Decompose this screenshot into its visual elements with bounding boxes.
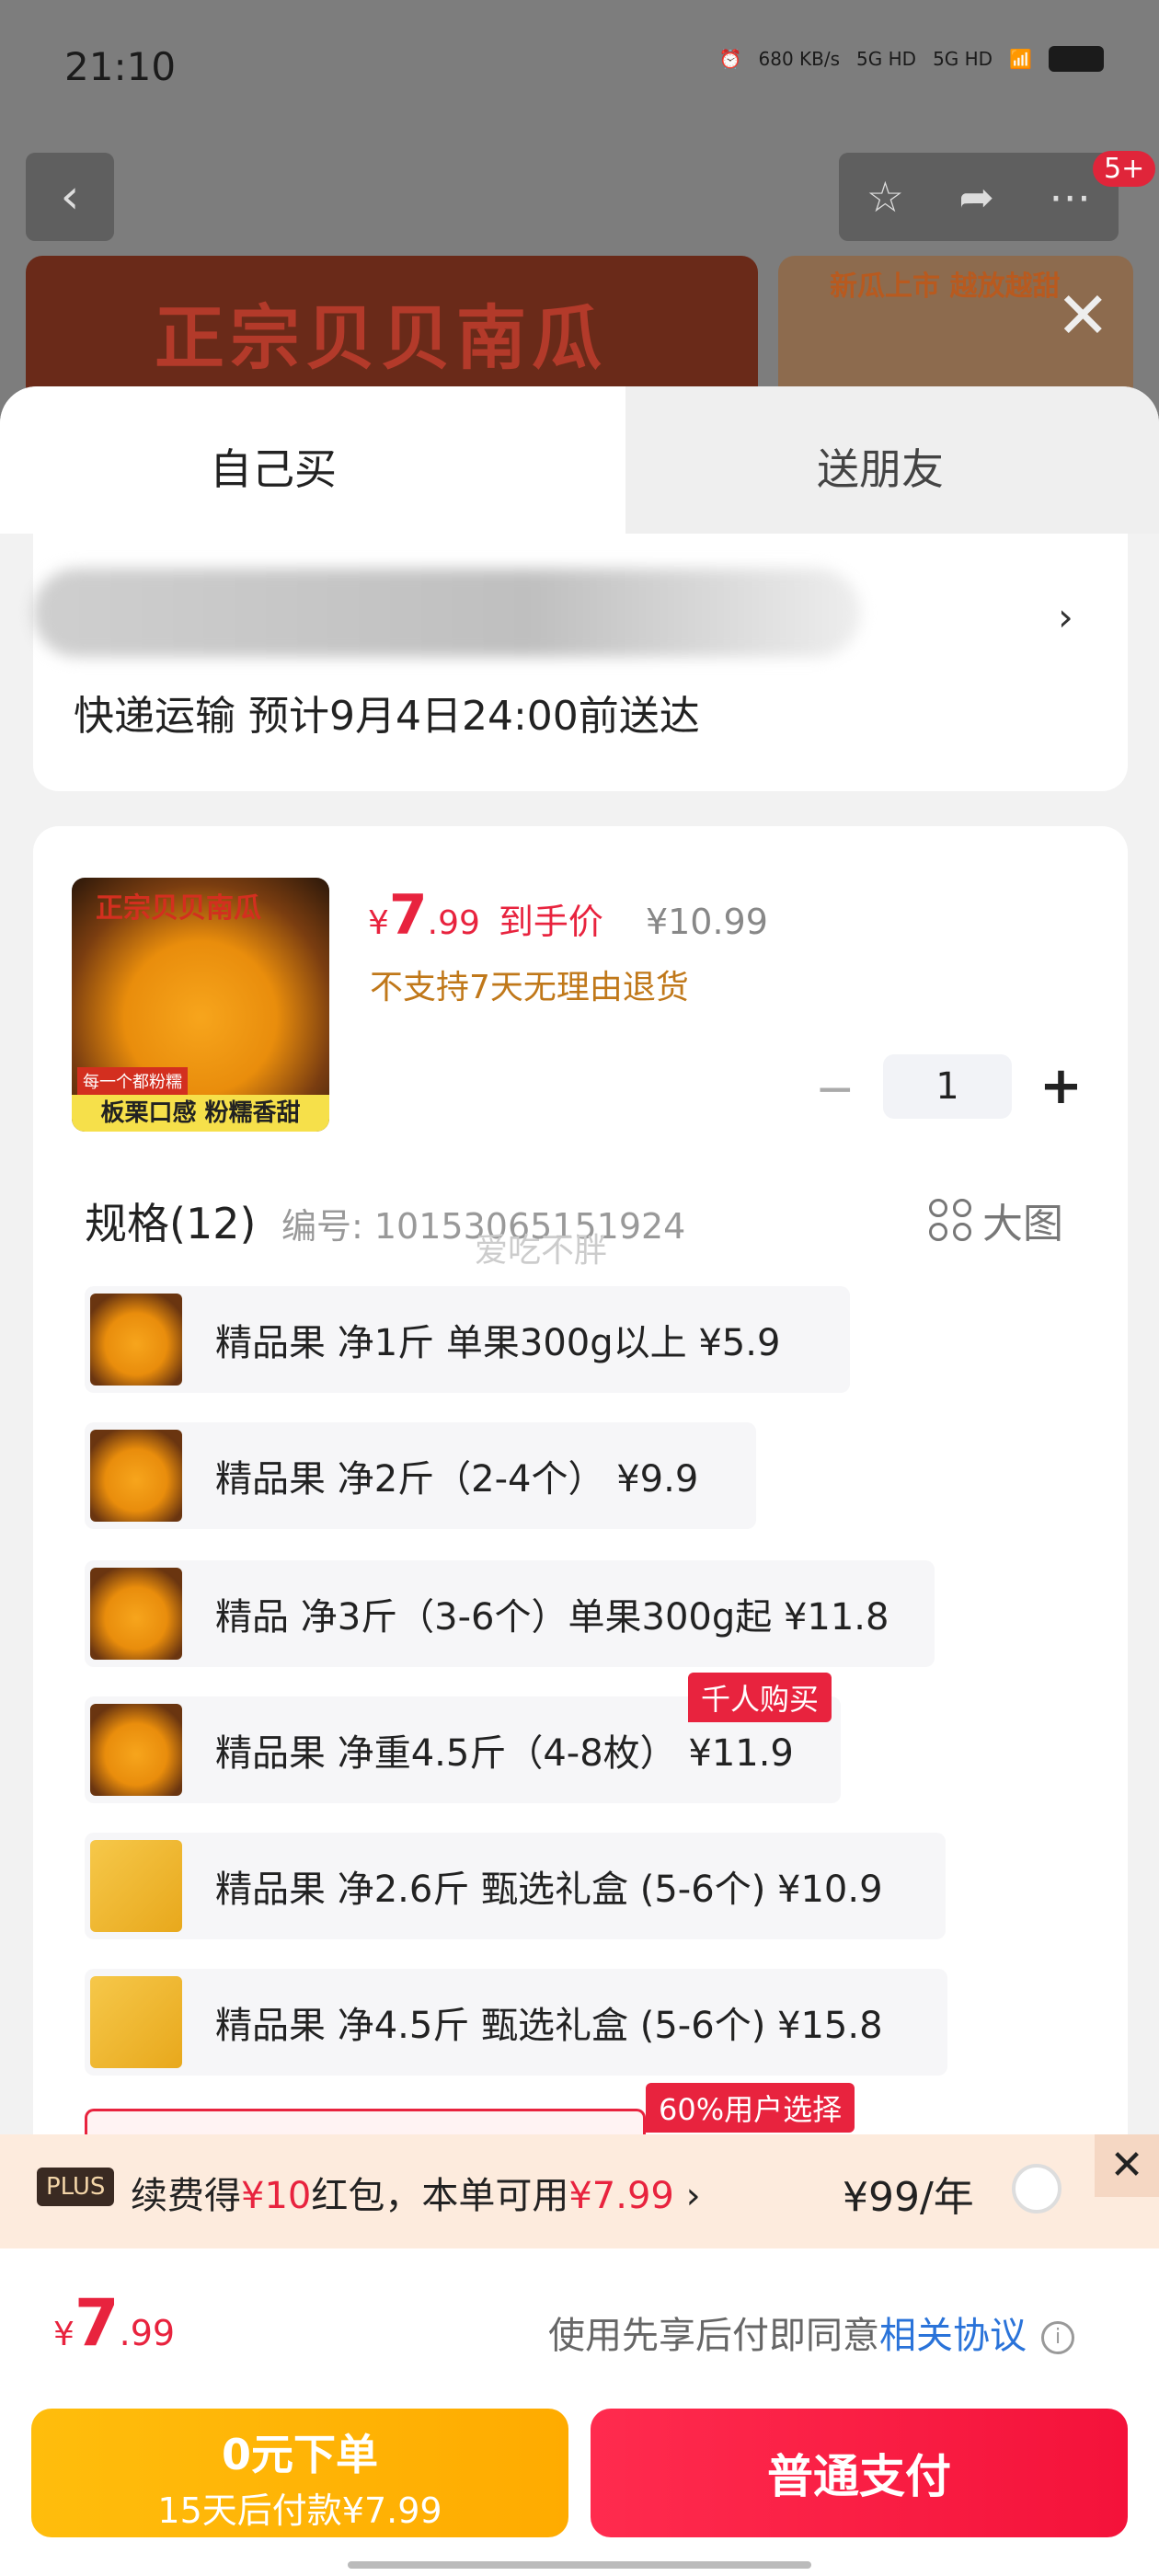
plus-radio[interactable] bbox=[1012, 2164, 1061, 2214]
spec-option-label: 精品果 净4.5斤 甄选礼盒 (5-6个) ¥15.8 bbox=[215, 2005, 883, 2047]
pay-now-button[interactable]: 普通支付 bbox=[591, 2409, 1128, 2537]
net-speed: 680 KB/s bbox=[758, 48, 841, 70]
spec-thumbnail bbox=[90, 1294, 182, 1386]
price-currency: ¥ bbox=[368, 904, 389, 942]
spec-option-label: 精品果 净2.6斤 甄选礼盒 (5-6个) ¥10.9 bbox=[215, 1869, 883, 1911]
total-price: ¥ 7 .99 bbox=[53, 2285, 175, 2361]
plus-text-c: 红包，本单可用 bbox=[311, 2175, 569, 2217]
delivery-estimate: 快递运输 预计9月4日24:00前送达 bbox=[74, 693, 700, 740]
spec-option-label: 精品 净3斤（3-6个）单果300g起 ¥11.8 bbox=[215, 1596, 889, 1639]
plus-badge: PLUS bbox=[37, 2168, 115, 2206]
spec-option[interactable]: 精品果 净2.6斤 甄选礼盒 (5-6个) ¥10.9 bbox=[85, 1833, 946, 1939]
agreement-label: 使用先享后付即同意 bbox=[548, 2315, 879, 2357]
choice-badge: 60%用户选择 bbox=[646, 2083, 855, 2133]
signal-2: 5G HD bbox=[933, 48, 993, 70]
product-image-tag: 每一个都粉糯 bbox=[77, 1067, 188, 1095]
share-icon[interactable]: ➦ bbox=[958, 172, 994, 222]
alarm-icon: ⏰ bbox=[718, 48, 742, 70]
tab-self-corner bbox=[515, 386, 625, 534]
total-decimal: .99 bbox=[119, 2313, 176, 2353]
home-indicator bbox=[348, 2561, 811, 2569]
signal-1: 5G HD bbox=[856, 48, 917, 70]
spec-thumbnail bbox=[90, 1568, 182, 1660]
spec-option[interactable]: 精品果 净2斤（2-4个） ¥9.9 bbox=[85, 1422, 756, 1529]
watermark: 爱吃不胖 bbox=[475, 1232, 608, 1270]
no-return-notice: 不支持7天无理由退货 bbox=[370, 969, 689, 1006]
pay-later-button[interactable]: 0元下单 15天后付款¥7.99 bbox=[31, 2409, 568, 2537]
spec-option-label: 精品果 净重4.5斤（4-8枚） ¥11.9 bbox=[215, 1732, 794, 1775]
original-price: ¥10.99 bbox=[645, 902, 768, 942]
price-label: 到手价 bbox=[498, 902, 603, 942]
spec-thumbnail bbox=[90, 1840, 182, 1932]
status-time: 21:10 bbox=[64, 44, 177, 89]
banner-left: 正宗贝贝南瓜 bbox=[26, 256, 758, 403]
plus-text-a: 续费得 bbox=[131, 2175, 241, 2217]
agreement-text: 使用先享后付即同意相关协议 i bbox=[548, 2306, 1074, 2359]
tab-friend-label: 送朋友 bbox=[817, 444, 944, 494]
grid-icon bbox=[929, 1199, 971, 1241]
plus-price: ¥99/年 bbox=[843, 2174, 974, 2221]
star-icon[interactable]: ☆ bbox=[866, 172, 904, 222]
product-image-caption: 板栗口感 粉糯香甜 bbox=[72, 1095, 329, 1132]
back-button[interactable]: ‹ bbox=[26, 153, 114, 241]
plus-promo-text: 续费得¥10红包，本单可用¥7.99 › bbox=[131, 2166, 701, 2219]
total-integer: 7 bbox=[74, 2285, 120, 2361]
chevron-right-icon[interactable]: › bbox=[1058, 594, 1073, 639]
banner-right-text: 新瓜上市 越放越甜 bbox=[830, 270, 1061, 303]
plus-text-e: › bbox=[673, 2175, 701, 2217]
popular-badge: 千人购买 bbox=[688, 1673, 832, 1722]
spec-option[interactable]: 精品果 净4.5斤 甄选礼盒 (5-6个) ¥15.8 bbox=[85, 1969, 947, 2076]
notification-badge: 5+ bbox=[1093, 151, 1156, 187]
nav-actions: ☆ ➦ ⋯ bbox=[839, 153, 1119, 241]
chevron-left-icon: ‹ bbox=[60, 169, 80, 224]
quantity-input[interactable]: 1 bbox=[883, 1054, 1012, 1119]
spec-option[interactable]: 精品 净3斤（3-6个）单果300g起 ¥11.8 bbox=[85, 1560, 935, 1667]
pay-later-label: 0元下单 bbox=[221, 2430, 378, 2479]
spec-option-label: 精品果 净2斤（2-4个） ¥9.9 bbox=[215, 1458, 699, 1501]
quantity-decrease-button[interactable]: − bbox=[815, 1062, 855, 1117]
big-image-label: 大图 bbox=[982, 1201, 1063, 1248]
spec-thumbnail bbox=[90, 1704, 182, 1796]
info-icon[interactable]: i bbox=[1041, 2321, 1074, 2354]
price-decimal: .99 bbox=[427, 904, 480, 942]
battery-icon bbox=[1049, 46, 1104, 72]
big-image-button[interactable]: 大图 bbox=[929, 1190, 1063, 1249]
product-image-title: 正宗贝贝南瓜 bbox=[96, 892, 261, 925]
spec-thumbnail bbox=[90, 1976, 182, 2068]
plus-close-button[interactable]: ✕ bbox=[1095, 2134, 1159, 2197]
spec-thumbnail bbox=[90, 1430, 182, 1522]
tab-self-label: 自己买 bbox=[210, 444, 337, 494]
pay-later-sublabel: 15天后付款¥7.99 bbox=[157, 2490, 442, 2531]
plus-text-d: ¥7.99 bbox=[568, 2175, 674, 2217]
wifi-icon: 📶 bbox=[1009, 48, 1032, 70]
product-price: ¥ 7 .99 到手价 ¥10.99 bbox=[368, 883, 768, 948]
close-icon[interactable]: ✕ bbox=[1056, 283, 1110, 348]
banner-left-text: 正宗贝贝南瓜 bbox=[155, 297, 607, 379]
spec-option[interactable]: 精品果 净1斤 单果300g以上 ¥5.9 bbox=[85, 1286, 850, 1393]
total-currency: ¥ bbox=[53, 2316, 75, 2353]
product-image[interactable]: 正宗贝贝南瓜 每一个都粉糯 板栗口感 粉糯香甜 bbox=[72, 878, 329, 1132]
plus-text-b: ¥10 bbox=[241, 2175, 312, 2217]
quantity-increase-button[interactable]: + bbox=[1039, 1056, 1083, 1116]
agreement-link[interactable]: 相关协议 bbox=[879, 2315, 1027, 2357]
address-redacted bbox=[33, 569, 861, 657]
more-icon[interactable]: ⋯ bbox=[1049, 172, 1091, 222]
status-icons: ⏰ 680 KB/s 5G HD 5G HD 📶 bbox=[719, 46, 1104, 72]
spec-title: 规格(12) bbox=[85, 1199, 257, 1248]
spec-option-label: 精品果 净1斤 单果300g以上 ¥5.9 bbox=[215, 1322, 781, 1364]
price-integer: 7 bbox=[388, 883, 428, 948]
